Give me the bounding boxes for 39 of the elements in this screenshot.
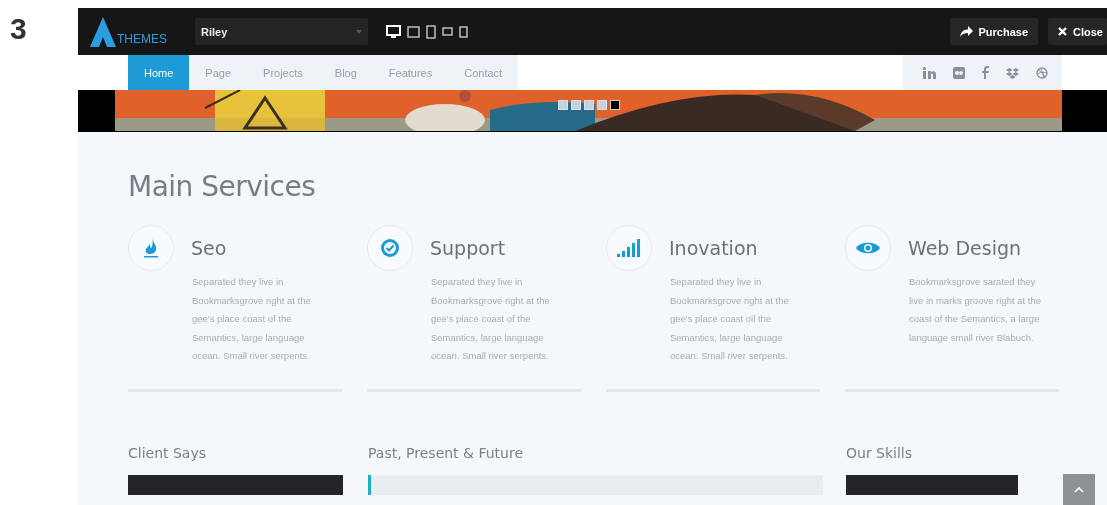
check-circle-icon: [381, 239, 399, 257]
purchase-button[interactable]: Purchase: [949, 18, 1039, 45]
laptop-icon[interactable]: [407, 25, 420, 38]
phone-icon[interactable]: [442, 27, 453, 36]
tablet-icon[interactable]: [426, 24, 436, 39]
service-title: Seo: [191, 237, 227, 259]
figure-label: 3: [10, 14, 27, 44]
flame-icon: [144, 238, 158, 258]
section-heading: Our Skills: [846, 445, 914, 461]
signal-icon: [617, 239, 641, 257]
facebook-icon[interactable]: [982, 66, 989, 79]
linkedin-icon[interactable]: [923, 66, 936, 79]
theme-select[interactable]: Riley: [195, 18, 368, 45]
logo-icon: [90, 16, 116, 47]
section-heading: Client Says: [128, 445, 208, 461]
nav-link[interactable]: Page: [189, 55, 248, 90]
nav-link[interactable]: Features: [372, 55, 449, 90]
nav-link[interactable]: Contact: [448, 55, 519, 90]
scroll-top-button[interactable]: [1063, 474, 1095, 505]
service-title: Support: [430, 237, 506, 259]
dribbble-icon[interactable]: [1036, 66, 1048, 79]
phone-icon[interactable]: [459, 25, 468, 38]
eye-icon: [856, 241, 880, 255]
flickr-icon[interactable]: [953, 66, 965, 79]
section-title: Main Services: [128, 170, 317, 203]
nav-link[interactable]: Blog: [318, 55, 373, 90]
service-title: Web Design: [908, 237, 1022, 259]
close-button[interactable]: Close: [1048, 18, 1107, 45]
share-arrow-icon: [959, 26, 973, 37]
nav-link[interactable]: Projects: [247, 55, 319, 90]
dropbox-icon[interactable]: [1006, 66, 1019, 79]
nav-link[interactable]: Home: [128, 55, 190, 90]
caret-icon: [356, 29, 362, 34]
section-heading: Past, Present & Future: [368, 445, 524, 461]
close-icon: [1058, 27, 1068, 36]
logo-text: THEMES: [117, 31, 167, 46]
desktop-icon[interactable]: [386, 24, 401, 39]
service-title: Inovation: [669, 237, 758, 259]
chevron-up-icon: [1074, 486, 1084, 493]
